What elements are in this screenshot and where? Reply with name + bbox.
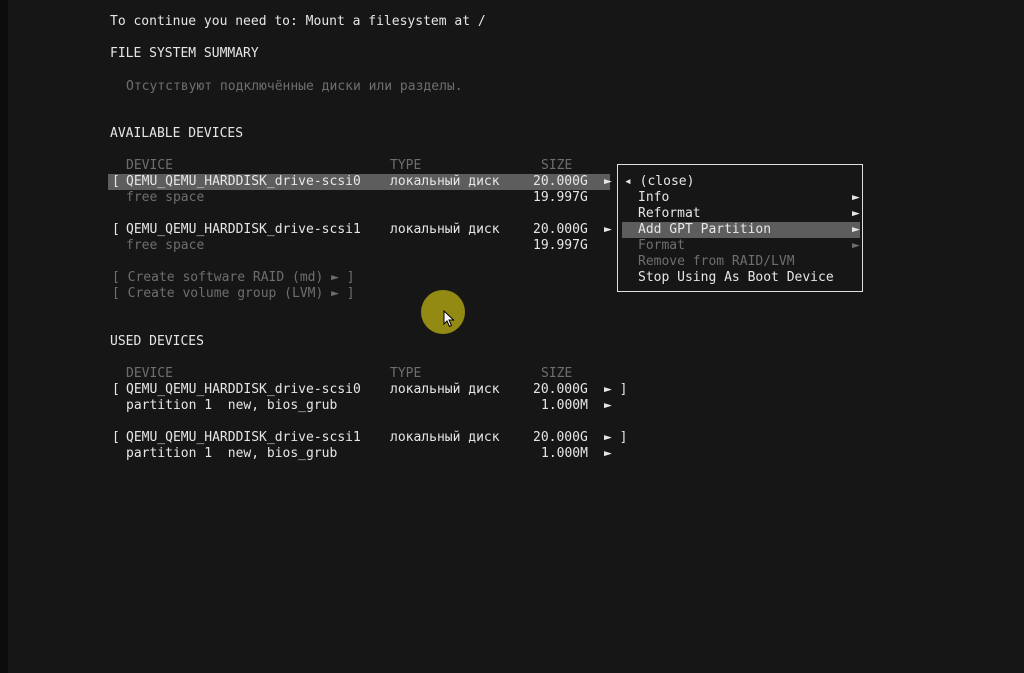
menu-item-add-gpt-partition[interactable]: Add GPT Partition bbox=[638, 222, 771, 238]
chevron-right-icon: ► bbox=[852, 222, 860, 237]
partition-size: 1.000M bbox=[541, 446, 588, 461]
col-device: DEVICE bbox=[126, 366, 173, 381]
expand-arrow-icon[interactable]: ► ] bbox=[604, 382, 627, 398]
partition-label: partition 1 new, bios_grub bbox=[126, 446, 338, 461]
expand-arrow-icon[interactable]: ► bbox=[604, 398, 612, 414]
free-space-size: 19.997G bbox=[533, 238, 588, 253]
expand-arrow-icon[interactable]: ► bbox=[604, 174, 612, 190]
partition-label: partition 1 new, bios_grub bbox=[126, 398, 338, 413]
device-type: локальный диск bbox=[390, 222, 500, 237]
screen-edge bbox=[0, 0, 8, 673]
free-space-label: free space bbox=[126, 190, 205, 205]
create-lvm-button[interactable]: [ Create volume group (LVM) ► ] bbox=[112, 286, 355, 302]
col-type: TYPE bbox=[390, 158, 422, 173]
menu-item-remove-from-raid-lvm[interactable]: Remove from RAID/LVM bbox=[638, 254, 795, 270]
free-space-label: free space bbox=[126, 238, 205, 253]
used-devices-title: USED DEVICES bbox=[110, 334, 204, 349]
menu-item-stop-boot-device[interactable]: Stop Using As Boot Device bbox=[638, 270, 834, 286]
device-type: локальный диск bbox=[390, 382, 500, 397]
chevron-right-icon: ► bbox=[852, 238, 860, 253]
row-bracket: [ bbox=[112, 430, 120, 445]
device-size: 20.000G bbox=[533, 382, 588, 397]
row-bracket: [ bbox=[112, 222, 120, 237]
device-context-menu: ◂ (close) Info ► Reformat ► Add GPT Part… bbox=[617, 164, 863, 292]
row-bracket: [ bbox=[112, 382, 120, 397]
continue-prompt: To continue you need to: Mount a filesys… bbox=[110, 14, 486, 29]
fs-summary-empty: Отсутствуют подключённые диски или разде… bbox=[126, 79, 463, 94]
chevron-right-icon: ► bbox=[852, 190, 860, 205]
menu-item-format[interactable]: Format bbox=[638, 238, 685, 254]
free-space-size: 19.997G bbox=[533, 190, 588, 205]
expand-arrow-icon[interactable]: ► bbox=[604, 446, 612, 462]
col-device: DEVICE bbox=[126, 158, 173, 173]
menu-item-info[interactable]: Info bbox=[638, 190, 669, 206]
device-size: 20.000G bbox=[533, 222, 588, 237]
device-name: QEMU_QEMU_HARDDISK_drive-scsi1 bbox=[126, 430, 361, 445]
device-size: 20.000G bbox=[533, 430, 588, 445]
expand-arrow-icon[interactable]: ► bbox=[604, 222, 612, 238]
device-name: QEMU_QEMU_HARDDISK_drive-scsi0 bbox=[126, 382, 361, 397]
chevron-right-icon: ► bbox=[852, 206, 860, 221]
col-size: SIZE bbox=[541, 366, 573, 381]
row-bracket: [ bbox=[112, 174, 120, 189]
partition-size: 1.000M bbox=[541, 398, 588, 413]
mouse-pointer-icon bbox=[443, 310, 455, 328]
device-type: локальный диск bbox=[390, 430, 500, 445]
col-size: SIZE bbox=[541, 158, 573, 173]
device-name: QEMU_QEMU_HARDDISK_drive-scsi1 bbox=[126, 222, 361, 237]
create-raid-button[interactable]: [ Create software RAID (md) ► ] bbox=[112, 270, 355, 286]
available-devices-title: AVAILABLE DEVICES bbox=[110, 126, 244, 141]
fs-summary-title: FILE SYSTEM SUMMARY bbox=[110, 46, 259, 61]
expand-arrow-icon[interactable]: ► ] bbox=[604, 430, 627, 446]
device-size: 20.000G bbox=[533, 174, 588, 189]
col-type: TYPE bbox=[390, 366, 422, 381]
device-type: локальный диск bbox=[390, 174, 500, 189]
menu-close-button[interactable]: ◂ (close) bbox=[624, 174, 694, 190]
menu-item-reformat[interactable]: Reformat bbox=[638, 206, 701, 222]
device-name: QEMU_QEMU_HARDDISK_drive-scsi0 bbox=[126, 174, 361, 189]
